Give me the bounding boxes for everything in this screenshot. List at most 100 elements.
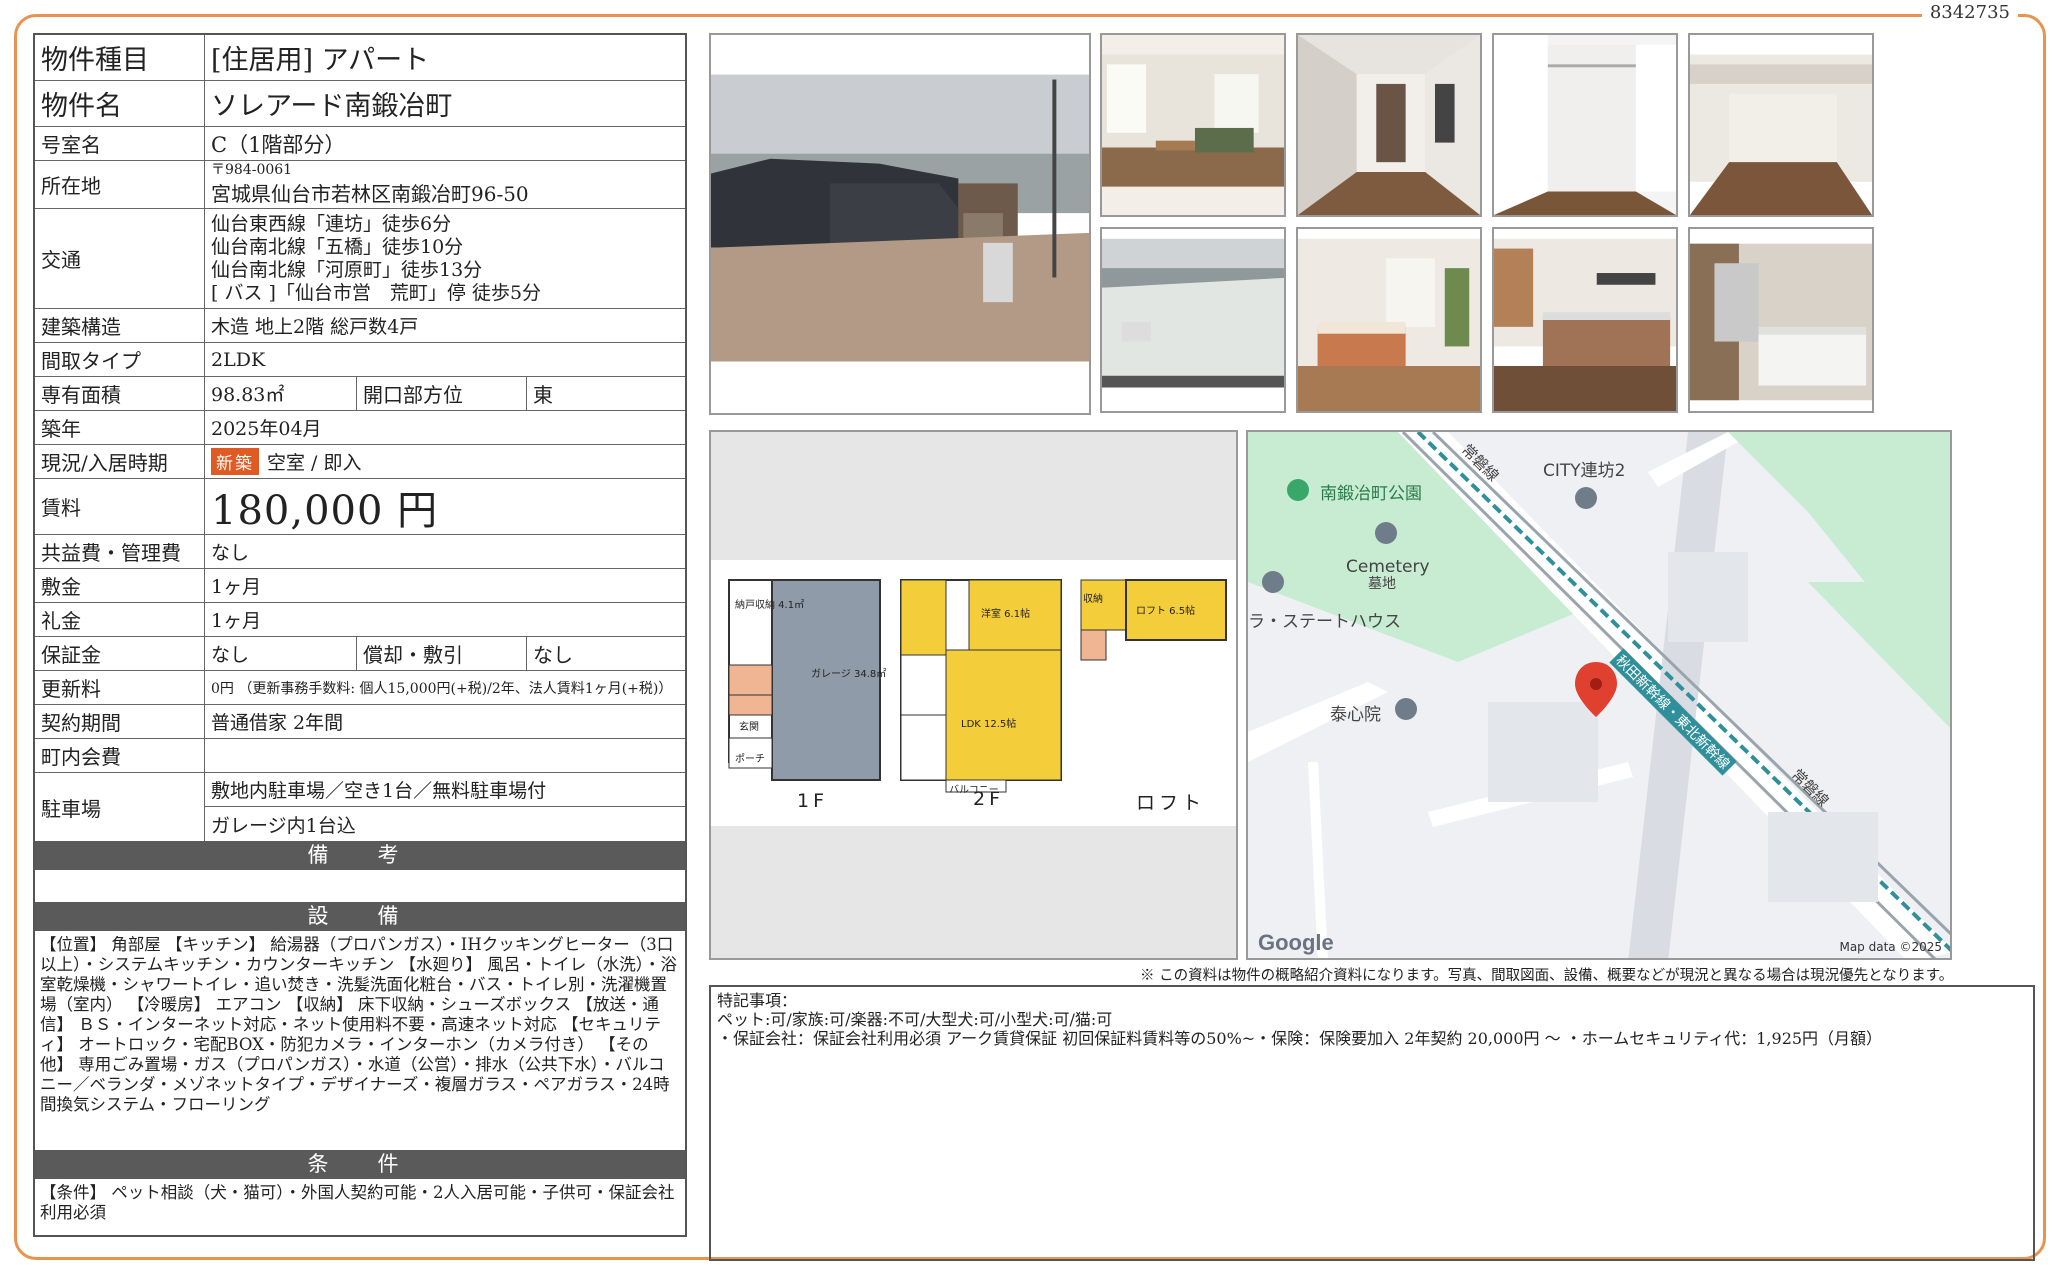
row-layout: 間取タイプ 2LDK (35, 343, 685, 377)
fee-label: 共益費・管理費 (35, 535, 205, 568)
status-label: 現況/入居時期 (35, 445, 205, 478)
transit-item: 仙台南北線「五橋」徒歩10分 (211, 235, 464, 258)
fee-value: なし (211, 542, 250, 564)
disclaimer: ※ この資料は物件の概略紹介資料になります。写真、間取図面、設備、概要などが現況… (1140, 968, 1954, 984)
conditions-band: 条 件 (35, 1150, 685, 1179)
status-value-cell: 新築 空室 / 即入 (205, 445, 685, 478)
type-value: [住居用] アパート (211, 45, 430, 76)
hallway-photo (1296, 33, 1482, 217)
notes-line-2: ・保証会社：保証会社利用必須 アーク賃貸保証 初回保証料賃料等の50%~・保険：… (717, 1029, 1883, 1048)
facing-value: 東 (526, 377, 685, 410)
row-deposit: 敷金 1ヶ月 (35, 569, 685, 603)
amort-value: なし (526, 637, 685, 670)
row-type: 物件種目 [住居用] アパート (35, 35, 685, 81)
row-rent: 賃料 180,000 円 (35, 479, 685, 535)
deposit-value: 1ヶ月 (211, 576, 262, 598)
map-label-cemetery-ja: 墓地 (1368, 576, 1396, 592)
property-id: 8342735 (1921, 2, 2018, 23)
equipment-text: 【位置】 角部屋 【キッチン】 給湯器（プロパンガス）・IHクッキングヒーター（… (40, 935, 677, 1114)
row-fee: 共益費・管理費 なし (35, 535, 685, 569)
area-label: 専有面積 (35, 377, 205, 410)
contract-value: 普通借家 2年間 (211, 712, 344, 734)
floor-label-1f: 1F (797, 790, 829, 812)
parking-value-1: 敷地内駐車場／空き1台／無料駐車場付 (205, 773, 685, 807)
new-build-badge: 新築 (211, 448, 259, 475)
room-label-ldk: LDK 12.5帖 (961, 719, 1017, 730)
built-value: 2025年04月 (211, 418, 322, 440)
transit-item: 仙台南北線「河原町」徒歩13分 (211, 258, 483, 281)
closet-photo (1492, 33, 1678, 217)
map-label-temple: 泰心院 (1330, 705, 1381, 725)
town-fee-label: 町内会費 (35, 739, 205, 772)
transit-list: 仙台東西線「連坊」徒歩6分 仙台南北線「五橋」徒歩10分 仙台南北線「河原町」徒… (205, 209, 685, 308)
room-label-porch: ポーチ (735, 754, 765, 765)
layout-label: 間取タイプ (35, 343, 205, 376)
notes-title: 特記事項： (717, 991, 798, 1010)
key-money-label: 礼金 (35, 603, 205, 636)
transit-item: 仙台東西線「連坊」徒歩6分 (211, 212, 452, 235)
address-label: 所在地 (35, 161, 205, 208)
name-label: 物件名 (35, 81, 205, 126)
deposit-label: 敷金 (35, 569, 205, 602)
row-structure: 建築構造 木造 地上2階 総戸数4戸 (35, 309, 685, 343)
transit-label: 交通 (35, 209, 205, 308)
row-parking: 駐車場 敷地内駐車場／空き1台／無料駐車場付 ガレージ内1台込 (35, 773, 685, 841)
layout-value: 2LDK (211, 348, 266, 371)
room-photo (1688, 33, 1874, 217)
room-label-closet: 収納 (1083, 594, 1103, 605)
map-label-park: 南鍛冶町公園 (1320, 484, 1422, 504)
room-label: 号室名 (35, 127, 205, 160)
structure-label: 建築構造 (35, 309, 205, 342)
bathroom-photo (1688, 227, 1874, 413)
balcony-photo (1100, 227, 1286, 413)
structure-value: 木造 地上2階 総戸数4戸 (211, 316, 419, 338)
row-room: 号室名 C（1階部分） (35, 127, 685, 161)
floor-label-loft: ロフト (1136, 792, 1206, 814)
area-value: 98.83㎡ (211, 384, 285, 406)
floor-plan-drawing: 納戸収納 4.1㎡ ガレージ 34.8㎡ 玄関 ポーチ 洋室 6.1帖 LDK … (711, 560, 1236, 826)
parking-value-2: ガレージ内1台込 (211, 814, 356, 837)
built-label: 築年 (35, 411, 205, 444)
remarks-band: 備 考 (35, 841, 685, 870)
exterior-photo (709, 33, 1091, 415)
row-renewal: 更新料 0円 （更新事務手数料: 個人15,000円(+税)/2年、法人賃料1ヶ… (35, 671, 685, 705)
zip-code: 〒984-0061 (211, 162, 293, 178)
row-transit: 交通 仙台東西線「連坊」徒歩6分 仙台南北線「五橋」徒歩10分 仙台南北線「河原… (35, 209, 685, 309)
room-label-garage: ガレージ 34.8㎡ (811, 669, 887, 680)
floor-plan: 納戸収納 4.1㎡ ガレージ 34.8㎡ 玄関 ポーチ 洋室 6.1帖 LDK … (709, 430, 1238, 960)
renewal-label: 更新料 (35, 671, 205, 704)
location-map[interactable]: 南鍛冶町公園 CITY連坊2 Cemetery 墓地 ラ・ステートハウス 泰心院… (1246, 430, 1952, 960)
name-value: ソレアード南鍛冶町 (211, 91, 453, 122)
row-name: 物件名 ソレアード南鍛冶町 (35, 81, 685, 127)
room-label-loft: ロフト 6.5帖 (1136, 606, 1196, 617)
row-area: 専有面積 98.83㎡ 開口部方位 東 (35, 377, 685, 411)
status-value: 空室 / 即入 (267, 452, 362, 474)
conditions-text: 【条件】 ペット相談（犬・猫可）・外国人契約可能・2人入居可能・子供可・保証会社… (40, 1183, 675, 1222)
bedroom-photo (1296, 227, 1482, 413)
address-value: 〒984-0061 宮城県仙台市若林区南鍛冶町96-50 (205, 161, 685, 208)
google-logo: Google (1258, 930, 1334, 955)
row-town-fee: 町内会費 (35, 739, 685, 773)
map-label-city: CITY連坊2 (1543, 461, 1626, 481)
room-label-storage: 納戸収納 4.1㎡ (735, 600, 805, 611)
guarantee-label: 保証金 (35, 637, 205, 670)
equipment-band: 設 備 (35, 902, 685, 931)
guarantee-value: なし (211, 644, 250, 666)
room-label-western: 洋室 6.1帖 (981, 609, 1031, 620)
rent-label: 賃料 (35, 479, 205, 534)
row-address: 所在地 〒984-0061 宮城県仙台市若林区南鍛冶町96-50 (35, 161, 685, 209)
row-key-money: 礼金 1ヶ月 (35, 603, 685, 637)
special-notes: 特記事項： ペット:可/家族:可/楽器:不可/大型犬:可/小型犬:可/猫:可 ・… (709, 985, 2035, 1261)
town-fee-value (205, 739, 685, 772)
row-guarantee: 保証金 なし 償却・敷引 なし (35, 637, 685, 671)
row-status: 現況/入居時期 新築 空室 / 即入 (35, 445, 685, 479)
spec-table: 物件種目 [住居用] アパート 物件名 ソレアード南鍛冶町 号室名 C（1階部分… (33, 33, 687, 1237)
address-text: 宮城県仙台市若林区南鍛冶町96-50 (211, 182, 529, 206)
contract-label: 契約期間 (35, 705, 205, 738)
living-photo (1100, 33, 1286, 217)
row-contract: 契約期間 普通借家 2年間 (35, 705, 685, 739)
notes-line-1: ペット:可/家族:可/楽器:不可/大型犬:可/小型犬:可/猫:可 (717, 1010, 1113, 1029)
transit-item: [ バス ]「仙台市営 荒町」停 徒歩5分 (211, 281, 542, 304)
map-label-house: ラ・ステートハウス (1248, 612, 1401, 632)
row-built: 築年 2025年04月 (35, 411, 685, 445)
